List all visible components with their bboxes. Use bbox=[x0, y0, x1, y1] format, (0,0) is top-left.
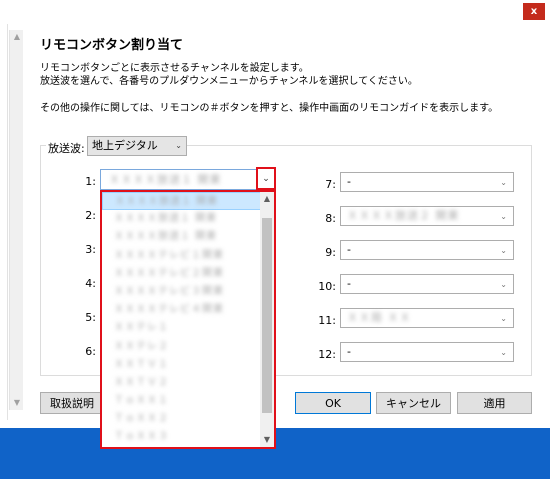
channel-11-select[interactable]: ＸＸ局 ＸＸ ⌄ bbox=[340, 308, 514, 328]
vertical-scrollbar[interactable]: ▲ ▼ bbox=[9, 30, 23, 410]
channel-7-value: - bbox=[347, 175, 351, 188]
dropdown-option[interactable]: ＸＸＸＸ放送１ 関東 bbox=[102, 228, 274, 246]
channel-8-select[interactable]: ＸＸＸＸ放送２ 関東 ⌄ bbox=[340, 206, 514, 226]
dropdown-option[interactable]: ＸＸＸＸテレビ２関東 bbox=[102, 265, 274, 283]
channel-10-select[interactable]: - ⌄ bbox=[340, 274, 514, 294]
close-button[interactable]: x bbox=[523, 3, 545, 20]
ok-button[interactable]: OK bbox=[295, 392, 371, 414]
channel-7-select[interactable]: - ⌄ bbox=[340, 172, 514, 192]
dropdown-option-label: ＴｏＸＸ２ bbox=[114, 413, 169, 425]
chevron-down-icon: ⌄ bbox=[500, 178, 507, 187]
channel-1-label: 1: bbox=[85, 175, 96, 188]
manual-button-label: 取扱説明 bbox=[50, 397, 94, 410]
channel-11-value: ＸＸ局 ＸＸ bbox=[347, 311, 412, 324]
channel-8-value: ＸＸＸＸ放送２ 関東 bbox=[347, 209, 460, 222]
dropdown-option[interactable]: ＸＸＸＸテレビ４関東 bbox=[102, 301, 274, 319]
dropdown-option[interactable]: ＸＸＸＸ放送１ 関東 bbox=[102, 192, 274, 211]
dropdown-option[interactable]: ＴｏＸＸ３ bbox=[102, 428, 274, 446]
channel-9-label: 9: bbox=[325, 246, 336, 259]
scroll-up-arrow-icon[interactable]: ▲ bbox=[10, 30, 24, 44]
description-line-3: その他の操作に関しては、リモコンの＃ボタンを押すと、操作中画面のリモコンガイドを… bbox=[40, 103, 499, 114]
chevron-down-icon: ⌄ bbox=[500, 348, 507, 357]
dropdown-option-label: ＴｏＸＸ１ bbox=[114, 395, 169, 407]
dropdown-option[interactable]: ＸＸＸＸテレビ１関東 bbox=[102, 247, 274, 265]
broadcast-select[interactable]: 地上デジタル ⌄ bbox=[87, 136, 187, 156]
dropdown-option-label: ＸＸＸＸテレビ４関東 bbox=[114, 304, 224, 316]
scrollbar-thumb[interactable] bbox=[262, 218, 272, 413]
channel-6-label: 6: bbox=[85, 345, 96, 358]
dropdown-option-label: ＴｏＸＸ３ bbox=[114, 431, 169, 443]
scroll-down-arrow-icon[interactable]: ▼ bbox=[260, 433, 274, 447]
channel-9-select[interactable]: - ⌄ bbox=[340, 240, 514, 260]
channel-9-value: - bbox=[347, 243, 351, 256]
close-icon: x bbox=[530, 6, 538, 17]
dropdown-option-label: ＸＸＸＸ放送１ 関東 bbox=[114, 231, 218, 243]
dropdown-option-label: ＸＸＸＸ放送１ 関東 bbox=[114, 213, 218, 225]
channel-10-value: - bbox=[347, 277, 351, 290]
chevron-down-icon: ⌄ bbox=[500, 314, 507, 323]
channel-3-label: 3: bbox=[85, 243, 96, 256]
channel-1-dropdown-list[interactable]: ＸＸＸＸ放送１ 関東 ＸＸＸＸ放送１ 関東 ＸＸＸＸ放送１ 関東 ＸＸＸＸテレビ１関東… bbox=[100, 190, 276, 449]
dropdown-scrollbar[interactable]: ▲ ▼ bbox=[260, 192, 274, 447]
dropdown-option[interactable]: ＸＸＸＰＬＣＴ１_１ bbox=[102, 447, 274, 448]
channel-5-label: 5: bbox=[85, 311, 96, 324]
dialog-title: リモコンボタン割り当て bbox=[40, 38, 184, 53]
channel-12-value: - bbox=[347, 345, 351, 358]
dropdown-option-label: ＸＸテレ１ bbox=[114, 322, 169, 334]
channel-8-label: 8: bbox=[325, 212, 336, 225]
dropdown-option-label: ＸＸＴＶ１ bbox=[114, 358, 169, 370]
manual-button[interactable]: 取扱説明 bbox=[40, 392, 104, 414]
channel-12-label: 12: bbox=[318, 348, 336, 361]
window-left-border bbox=[0, 24, 8, 464]
dropdown-option[interactable]: ＸＸＴＶ１ bbox=[102, 356, 274, 374]
dropdown-option[interactable]: ＸＸＴＶ２ bbox=[102, 374, 274, 392]
channel-7-label: 7: bbox=[325, 178, 336, 191]
dropdown-option-label: ＸＸＸＸテレビ１関東 bbox=[114, 249, 224, 261]
apply-button[interactable]: 適用 bbox=[457, 392, 532, 414]
scroll-up-arrow-icon[interactable]: ▲ bbox=[260, 192, 274, 206]
channel-2-label: 2: bbox=[85, 209, 96, 222]
chevron-down-icon: ⌄ bbox=[500, 280, 507, 289]
title-bar: x bbox=[0, 0, 550, 24]
dropdown-option[interactable]: ＴｏＸＸ２ bbox=[102, 410, 274, 428]
dropdown-option[interactable]: ＸＸＸＸ放送１ 関東 bbox=[102, 210, 274, 228]
chevron-down-icon: ⌄ bbox=[262, 173, 270, 184]
cancel-button[interactable]: キャンセル bbox=[376, 392, 451, 414]
channel-1-dropdown-button[interactable]: ⌄ bbox=[256, 167, 276, 190]
channel-12-select[interactable]: - ⌄ bbox=[340, 342, 514, 362]
channel-1-select[interactable]: ＸＸＸＸ放送１ 関東 bbox=[100, 169, 260, 190]
dropdown-option-label: ＸＸＴＶ２ bbox=[114, 376, 169, 388]
chevron-down-icon: ⌄ bbox=[175, 141, 182, 150]
chevron-down-icon: ⌄ bbox=[500, 246, 507, 255]
dropdown-option-label: ＸＸＸＸ放送１ 関東 bbox=[115, 196, 219, 207]
apply-button-label: 適用 bbox=[483, 397, 506, 410]
channel-1-value: ＸＸＸＸ放送１ 関東 bbox=[109, 173, 222, 186]
dropdown-option-label: ＸＸＸＸテレビ３関東 bbox=[114, 285, 224, 297]
broadcast-select-value: 地上デジタル bbox=[92, 139, 158, 152]
ok-button-label: OK bbox=[325, 396, 341, 410]
chevron-down-icon: ⌄ bbox=[500, 212, 507, 221]
dropdown-option[interactable]: ＸＸテレ２ bbox=[102, 338, 274, 356]
broadcast-label: 放送波: bbox=[46, 140, 87, 156]
channel-11-label: 11: bbox=[318, 314, 336, 327]
description-line-2: 放送波を選んで、各番号のプルダウンメニューからチャンネルを選択してください。 bbox=[40, 76, 418, 87]
dropdown-option-label: ＸＸＸＸテレビ２関東 bbox=[114, 267, 224, 279]
scroll-down-arrow-icon[interactable]: ▼ bbox=[10, 396, 24, 410]
dropdown-option[interactable]: ＸＸＸＸテレビ３関東 bbox=[102, 283, 274, 301]
dropdown-option[interactable]: ＴｏＸＸ１ bbox=[102, 392, 274, 410]
dropdown-option[interactable]: ＸＸテレ１ bbox=[102, 319, 274, 337]
channel-4-label: 4: bbox=[85, 277, 96, 290]
channel-10-label: 10: bbox=[318, 280, 336, 293]
cancel-button-label: キャンセル bbox=[386, 397, 441, 410]
dropdown-option-label: ＸＸテレ２ bbox=[114, 340, 169, 352]
